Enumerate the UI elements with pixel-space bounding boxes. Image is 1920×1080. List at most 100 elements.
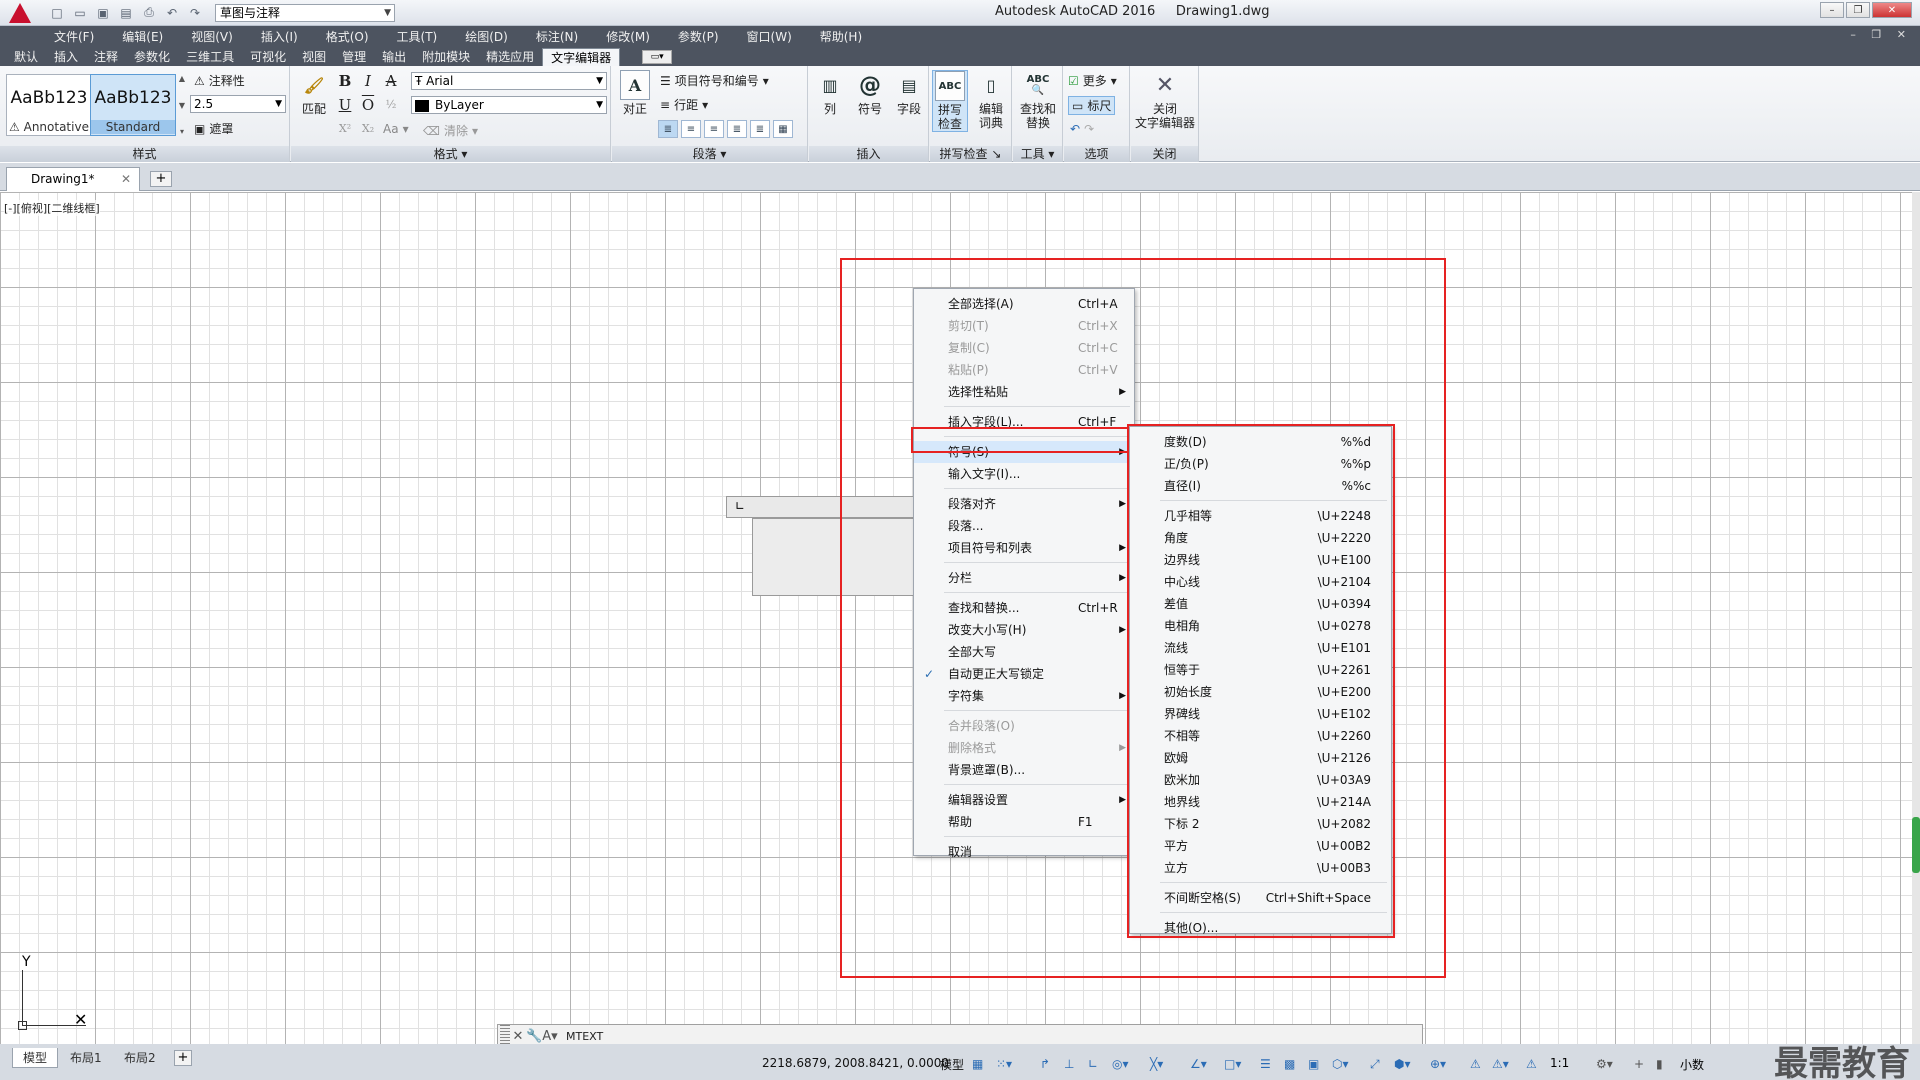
symbol-item-20[interactable]: 不间断空格(S) Ctrl+Shift+Space bbox=[1130, 887, 1391, 909]
lineweight-icon[interactable]: ☰ bbox=[1260, 1057, 1271, 1071]
annotation-visibility-icon[interactable]: ⚠ bbox=[1470, 1057, 1481, 1071]
context-menu-item-19[interactable]: 背景遮罩(B)... bbox=[914, 759, 1134, 781]
autocad-logo-icon[interactable] bbox=[0, 0, 40, 26]
vertical-scrollbar[interactable] bbox=[1912, 192, 1920, 1044]
open-file-icon[interactable]: ▭ bbox=[71, 4, 89, 22]
wrench-icon[interactable]: 🔧 bbox=[526, 1029, 542, 1044]
menu-item-6[interactable]: 绘图(D) bbox=[465, 28, 508, 45]
context-menu-item-2[interactable]: 复制(C) Ctrl+C bbox=[914, 337, 1134, 359]
ribbon-tab-8[interactable]: 输出 bbox=[374, 48, 414, 66]
ruler-toggle[interactable]: ▭ 标尺 bbox=[1068, 96, 1116, 115]
align-distribute-icon[interactable]: ≣ bbox=[750, 120, 770, 138]
stack-button[interactable]: ½ bbox=[382, 96, 400, 114]
menu-item-11[interactable]: 帮助(H) bbox=[820, 28, 862, 45]
dynamic-ucs-icon[interactable]: ⤢ bbox=[1370, 1057, 1380, 1072]
gizmo-icon[interactable]: ⊕▾ bbox=[1430, 1057, 1446, 1071]
mtext-editor-area[interactable] bbox=[752, 518, 916, 596]
overline-button[interactable]: O bbox=[359, 96, 377, 114]
bullets-button[interactable]: ☰ 项目符号和编号 ▾ bbox=[660, 72, 769, 89]
new-file-icon[interactable]: □ bbox=[48, 4, 66, 22]
symbol-item-16[interactable]: 地界线 \U+214A bbox=[1130, 791, 1391, 813]
add-layout-button[interactable]: + bbox=[174, 1050, 192, 1066]
model-space-toggle[interactable]: 模型 bbox=[940, 1056, 964, 1073]
symbol-item-1[interactable]: 正/负(P) %%p bbox=[1130, 453, 1391, 475]
close-icon[interactable]: ✕ bbox=[510, 1029, 526, 1044]
transparency-icon[interactable]: ▩ bbox=[1284, 1057, 1295, 1071]
line-spacing-button[interactable]: ≡ 行距 ▾ bbox=[660, 96, 708, 113]
object-snap-tracking-icon[interactable]: ∠▾ bbox=[1190, 1057, 1207, 1071]
align-justify-icon[interactable]: ≣ bbox=[727, 120, 747, 138]
case-button[interactable]: Aa ▾ bbox=[383, 122, 409, 136]
restore-icon[interactable]: ❐ bbox=[1846, 2, 1870, 18]
viewport-controls[interactable]: [-][俯视][二维线框] bbox=[4, 200, 100, 216]
mask-button[interactable]: ▣ 遮罩 bbox=[194, 120, 233, 137]
close-icon[interactable]: ✕ bbox=[121, 168, 131, 190]
clear-button[interactable]: ⌫ 清除 ▾ bbox=[423, 122, 478, 139]
context-menu-item-18[interactable]: 删除格式 ▶ bbox=[914, 737, 1134, 759]
command-prompt-icon[interactable]: A▾ bbox=[542, 1029, 558, 1044]
polar-icon[interactable]: ◎▾ bbox=[1112, 1057, 1129, 1071]
spell-check-button[interactable]: ABC 拼写 检查 bbox=[932, 70, 968, 132]
snap-icon[interactable]: ⁙▾ bbox=[996, 1057, 1012, 1071]
context-menu-item-5[interactable]: 插入字段(L)... Ctrl+F bbox=[914, 411, 1134, 433]
symbol-item-18[interactable]: 平方 \U+00B2 bbox=[1130, 835, 1391, 857]
tab-model[interactable]: 模型 bbox=[12, 1048, 59, 1068]
symbol-item-0[interactable]: 度数(D) %%d bbox=[1130, 431, 1391, 453]
minimize-icon[interactable]: – bbox=[1820, 2, 1844, 18]
workspace-dropdown[interactable]: 草图与注释 ▼ bbox=[215, 3, 395, 22]
coordinates-readout[interactable]: 2218.6879, 2008.8421, 0.0000 bbox=[762, 1056, 949, 1070]
gear-icon[interactable]: ⚙▾ bbox=[1596, 1057, 1613, 1071]
symbol-item-2[interactable]: 直径(I) %%c bbox=[1130, 475, 1391, 497]
strikethrough-button[interactable]: A bbox=[382, 72, 400, 90]
field-button[interactable]: ▤ 字段 bbox=[893, 70, 925, 117]
menu-item-10[interactable]: 窗口(W) bbox=[747, 28, 792, 45]
menu-item-7[interactable]: 标注(N) bbox=[536, 28, 578, 45]
symbol-item-17[interactable]: 下标 2 \U+2082 bbox=[1130, 813, 1391, 835]
selection-filter-icon[interactable]: ⬢▾ bbox=[1394, 1057, 1411, 1071]
context-menu-item-13[interactable]: 改变大小写(H) ▶ bbox=[914, 619, 1134, 641]
new-tab-button[interactable]: + bbox=[150, 171, 172, 187]
symbol-item-13[interactable]: 不相等 \U+2260 bbox=[1130, 725, 1391, 747]
match-button[interactable]: 🖌 匹配 bbox=[297, 70, 331, 117]
align-left-icon[interactable]: ≣ bbox=[658, 120, 678, 138]
find-replace-button[interactable]: ABC🔍 查找和 替换 bbox=[1015, 70, 1061, 130]
bold-button[interactable]: B bbox=[336, 72, 354, 90]
font-dropdown[interactable]: Ŧ Arial ▼ bbox=[411, 72, 607, 90]
ribbon-tab-2[interactable]: 注释 bbox=[86, 48, 126, 66]
context-menu-item-1[interactable]: 剪切(T) Ctrl+X bbox=[914, 315, 1134, 337]
selection-cycling-icon[interactable]: ▣ bbox=[1308, 1057, 1319, 1071]
3d-object-snap-icon[interactable]: ⬡▾ bbox=[1332, 1057, 1349, 1071]
style-standard[interactable]: AaBb123 Standard bbox=[90, 74, 176, 136]
ribbon-tab-10[interactable]: 精选应用 bbox=[478, 48, 542, 66]
menu-item-3[interactable]: 插入(I) bbox=[261, 28, 298, 45]
context-menu-item-8[interactable]: 段落对齐 ▶ bbox=[914, 493, 1134, 515]
annotation-scale-dropdown[interactable]: 1:1 bbox=[1550, 1056, 1569, 1070]
redo-icon[interactable]: ↷ bbox=[1084, 122, 1094, 136]
isodraft-icon[interactable]: ╳▾ bbox=[1150, 1057, 1163, 1071]
ribbon-toggle-icon[interactable]: ▭▾ bbox=[642, 50, 673, 64]
mtext-ruler[interactable]: ∟ bbox=[726, 496, 916, 518]
paragraph-icon[interactable]: ▦ bbox=[773, 120, 793, 138]
symbol-item-12[interactable]: 界碑线 \U+E102 bbox=[1130, 703, 1391, 725]
context-menu-item-14[interactable]: 全部大写 bbox=[914, 641, 1134, 663]
print-icon[interactable]: ⎙ bbox=[140, 4, 158, 22]
context-menu-item-0[interactable]: 全部选择(A) Ctrl+A bbox=[914, 293, 1134, 315]
units-dropdown[interactable]: 小数 bbox=[1680, 1056, 1704, 1073]
undo-icon[interactable]: ↶ bbox=[1070, 122, 1080, 136]
ribbon-tab-3[interactable]: 参数化 bbox=[126, 48, 178, 66]
text-height-input[interactable]: 2.5 ▼ bbox=[190, 95, 286, 113]
underline-button[interactable]: U bbox=[336, 96, 354, 114]
menu-item-1[interactable]: 编辑(E) bbox=[122, 28, 163, 45]
ribbon-tab-9[interactable]: 附加模块 bbox=[414, 48, 478, 66]
command-input[interactable]: MTEXT bbox=[566, 1030, 1422, 1043]
close-icon[interactable]: ✕ bbox=[1872, 2, 1912, 18]
symbol-item-8[interactable]: 电相角 \U+0278 bbox=[1130, 615, 1391, 637]
context-menu-item-22[interactable]: 取消 bbox=[914, 841, 1134, 863]
ortho-icon[interactable]: ∟ bbox=[1088, 1057, 1098, 1071]
ribbon-tab-5[interactable]: 可视化 bbox=[242, 48, 294, 66]
close-editor-button[interactable]: ✕ 关闭 文字编辑器 bbox=[1133, 70, 1197, 131]
ribbon-tab-0[interactable]: 默认 bbox=[6, 48, 46, 66]
align-center-icon[interactable]: ≡ bbox=[681, 120, 701, 138]
symbol-item-11[interactable]: 初始长度 \U+E200 bbox=[1130, 681, 1391, 703]
scrollbar-thumb[interactable] bbox=[1912, 817, 1920, 873]
